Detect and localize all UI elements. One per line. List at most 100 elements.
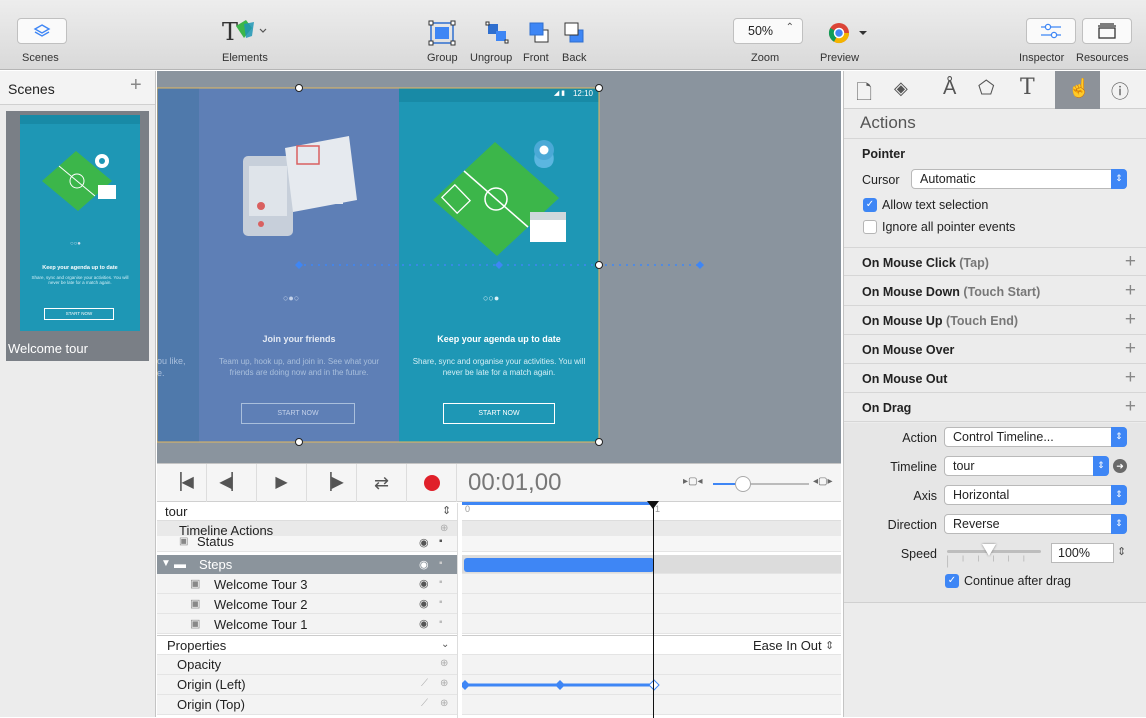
add-action-button[interactable]: +: [1125, 367, 1136, 389]
selection-handle[interactable]: [595, 84, 603, 92]
keyframe[interactable]: [555, 680, 565, 690]
add-keyframe-icon[interactable]: ⊕: [440, 658, 448, 669]
property-row-origin-left[interactable]: Origin (Left) ⟋ ⊕: [157, 675, 841, 695]
direction-select[interactable]: Reverse ⇕: [944, 514, 1127, 534]
zoom-slider-knob[interactable]: [735, 476, 751, 492]
timeline-zoom-slider[interactable]: ▸▢◂ ◂▢▸: [683, 476, 833, 492]
chevron-down-icon[interactable]: ⌄: [441, 639, 449, 650]
motion-path-point[interactable]: [495, 261, 503, 269]
timeline-name: tour: [165, 504, 188, 519]
loop-button[interactable]: ⇄: [357, 464, 407, 502]
selection-handle[interactable]: [595, 438, 603, 446]
property-row-opacity[interactable]: Opacity ⊕: [157, 655, 841, 675]
document-tab-icon[interactable]: 🗋: [856, 78, 872, 112]
event-mouse-over[interactable]: On Mouse Over +: [844, 335, 1146, 364]
action-select[interactable]: Control Timeline... ⇕: [944, 427, 1127, 447]
play-button[interactable]: ▶: [257, 464, 307, 502]
add-action-button[interactable]: +: [1125, 338, 1136, 360]
zoom-out-icon: ▸▢◂: [683, 476, 703, 487]
preview-button[interactable]: [826, 20, 876, 46]
ignore-pointer-checkbox[interactable]: [863, 220, 877, 234]
stepper-icon[interactable]: ⇕: [825, 639, 834, 652]
curve-icon[interactable]: ⟋: [421, 698, 428, 709]
add-action-button[interactable]: +: [1125, 280, 1136, 302]
ungroup-button[interactable]: [484, 20, 512, 46]
event-mouse-click[interactable]: On Mouse Click (Tap) +: [844, 247, 1146, 276]
scenes-toggle-button[interactable]: [17, 18, 67, 44]
info-tab-icon[interactable]: ⓘ: [1111, 78, 1129, 104]
continue-after-drag-checkbox[interactable]: ✓: [945, 574, 959, 588]
allow-text-checkbox[interactable]: ✓: [863, 198, 877, 212]
actions-tab[interactable]: ☝: [1055, 71, 1100, 109]
visibility-icon[interactable]: ◉: [419, 597, 429, 610]
speed-stepper-icon[interactable]: ⇕: [1117, 545, 1126, 558]
add-action-button[interactable]: +: [1125, 396, 1136, 418]
layer-row-steps[interactable]: ▼ ▬ Steps ◉ ▪: [157, 554, 841, 575]
elements-button[interactable]: T: [222, 16, 272, 46]
speed-input[interactable]: 100%: [1051, 543, 1114, 563]
easing-select[interactable]: Ease In Out: [753, 638, 822, 653]
go-to-start-button[interactable]: ▕◀: [157, 464, 207, 502]
steps-animation-bar[interactable]: [464, 558, 654, 572]
speed-slider[interactable]: | | | | | | |: [947, 541, 1041, 568]
back-button[interactable]: [562, 20, 586, 46]
step-back-button[interactable]: ◀▏: [207, 464, 257, 502]
lock-icon[interactable]: ▪: [439, 577, 443, 588]
scene-thumbnail[interactable]: ○○● Keep your agenda up to date Share, s…: [6, 111, 149, 361]
event-drag[interactable]: On Drag +: [844, 393, 1146, 422]
add-action-button[interactable]: +: [1125, 251, 1136, 273]
resources-toggle-button[interactable]: [1082, 18, 1132, 44]
layer-row-wt2[interactable]: ▣ Welcome Tour 2 ◉ ▪: [157, 594, 841, 614]
visibility-icon[interactable]: ◉: [419, 577, 429, 590]
layer-row-wt1[interactable]: ▣ Welcome Tour 1 ◉ ▪: [157, 614, 841, 634]
ruler-label-0: 0: [465, 504, 471, 514]
zoom-select[interactable]: 50% ⌃: [733, 18, 803, 44]
selection-handle[interactable]: [595, 261, 603, 269]
lock-icon[interactable]: ▪: [439, 617, 443, 628]
sliders-icon: [1041, 23, 1061, 39]
front-button[interactable]: [527, 20, 551, 46]
typography-tab-icon[interactable]: Å: [943, 77, 956, 100]
cursor-select[interactable]: Automatic ⇕: [911, 169, 1127, 189]
event-mouse-down[interactable]: On Mouse Down (Touch Start) +: [844, 277, 1146, 306]
text-tab-icon[interactable]: T: [1020, 75, 1035, 100]
add-action-icon[interactable]: ⊕: [440, 523, 448, 534]
add-scene-button[interactable]: +: [130, 74, 142, 97]
timeline-selector[interactable]: tour ⇕: [157, 503, 457, 521]
add-action-button[interactable]: +: [1125, 309, 1136, 331]
visibility-icon[interactable]: ◉: [419, 536, 429, 549]
canvas[interactable]: ou like, e. ○●○ Join your friends Team u…: [157, 71, 841, 463]
lock-icon[interactable]: ▪: [439, 558, 443, 569]
properties-header-row[interactable]: Properties ⌄ Ease In Out ⇕: [157, 635, 841, 655]
step-forward-button[interactable]: ▕▶: [307, 464, 357, 502]
layer-row-status[interactable]: ▣ Status ◉ ▪: [157, 536, 841, 552]
event-mouse-out[interactable]: On Mouse Out +: [844, 364, 1146, 393]
group-button[interactable]: [428, 20, 458, 46]
curve-icon[interactable]: ⟋: [421, 678, 428, 689]
lock-icon[interactable]: ▪: [439, 597, 443, 608]
visibility-icon[interactable]: ◉: [419, 617, 429, 630]
motion-path-point[interactable]: [696, 261, 704, 269]
axis-select[interactable]: Horizontal ⇕: [944, 485, 1127, 505]
column-divider[interactable]: [457, 503, 462, 718]
shape-tab-icon[interactable]: ⬠: [978, 77, 995, 100]
playhead[interactable]: [647, 501, 659, 718]
inspector-toggle-button[interactable]: [1026, 18, 1076, 44]
collapse-icon[interactable]: ▼: [161, 558, 171, 569]
property-row-origin-top[interactable]: Origin (Top) ⟋ ⊕: [157, 695, 841, 715]
go-to-timeline-icon[interactable]: ➜: [1113, 459, 1127, 473]
selection-handle[interactable]: [295, 438, 303, 446]
visibility-icon[interactable]: ◉: [419, 558, 429, 571]
add-keyframe-icon[interactable]: ⊕: [440, 678, 448, 689]
layers-tab-icon[interactable]: ◈: [894, 78, 908, 99]
selection-handle[interactable]: [295, 84, 303, 92]
record-button[interactable]: [407, 464, 457, 502]
speed-slider-knob[interactable]: [982, 544, 997, 556]
layer-row-wt3[interactable]: ▣ Welcome Tour 3 ◉ ▪: [157, 574, 841, 594]
add-keyframe-icon[interactable]: ⊕: [440, 698, 448, 709]
lock-icon[interactable]: ▪: [439, 536, 443, 547]
motion-path-point[interactable]: [295, 261, 303, 269]
keyframe[interactable]: [648, 679, 660, 691]
event-mouse-up[interactable]: On Mouse Up (Touch End) +: [844, 306, 1146, 335]
timeline-select[interactable]: tour ⇕: [944, 456, 1109, 476]
